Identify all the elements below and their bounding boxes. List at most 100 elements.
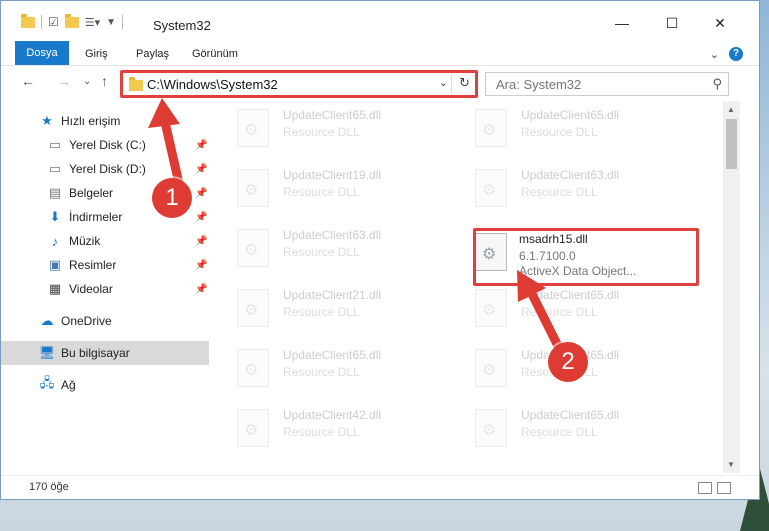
new-folder-icon[interactable]	[64, 13, 79, 28]
file-item[interactable]: UpdateClient65.dll Resource DLL	[459, 103, 679, 153]
file-description: Resource DLL	[283, 305, 360, 319]
file-item[interactable]: UpdateClient65.dll Resource DLL	[221, 343, 441, 393]
forward-button[interactable]: →	[57, 73, 71, 89]
pin-icon: 📌	[195, 163, 208, 175]
folder-icon	[21, 13, 35, 28]
recent-locations-icon[interactable]: ⌄	[83, 76, 91, 87]
search-icon[interactable]: ⚲	[712, 76, 722, 92]
divider	[122, 15, 124, 29]
expand-ribbon-icon[interactable]: ⌄	[710, 48, 719, 61]
dll-file-icon	[237, 109, 269, 147]
documents-icon: ▤	[48, 185, 62, 200]
tab-home[interactable]: Giriş	[85, 45, 108, 65]
maximize-button[interactable]: ☐	[657, 11, 687, 35]
sidebar-item-music[interactable]: ♪ Müzik 📌	[1, 229, 209, 253]
dll-file-icon	[475, 289, 507, 327]
sidebar-item-label: Yerel Disk (D:)	[69, 162, 146, 176]
navigation-pane: ★ Hızlı erişim ▭ Yerel Disk (C:) 📌 ▭ Yer…	[1, 101, 209, 473]
dll-file-icon	[475, 409, 507, 447]
status-bar: 170 öğe	[1, 475, 759, 500]
file-description: Resource DLL	[521, 305, 598, 319]
dll-file-icon	[475, 109, 507, 147]
sidebar-item-label: Bu bilgisayar	[61, 346, 130, 360]
sidebar-item-quick-access[interactable]: ★ Hızlı erişim	[1, 109, 209, 133]
file-name: UpdateClient65.dll	[521, 108, 620, 122]
search-input[interactable]	[494, 76, 698, 93]
sidebar-item-label: Ağ	[61, 378, 76, 392]
network-icon: 🖧	[39, 375, 55, 390]
sidebar-item-network[interactable]: 🖧 Ağ	[1, 373, 209, 397]
file-description: Resource DLL	[283, 425, 360, 439]
large-icons-view-icon[interactable]	[717, 482, 731, 494]
minimize-button[interactable]: —	[607, 11, 637, 35]
sidebar-item-label: OneDrive	[61, 314, 112, 328]
pin-icon: 📌	[195, 139, 208, 151]
music-icon: ♪	[51, 233, 59, 249]
properties-icon[interactable]: ☑	[48, 15, 59, 29]
back-button[interactable]: ←	[21, 73, 35, 89]
file-name: UpdateClient63.dll	[521, 168, 620, 182]
file-item[interactable]: UpdateClient42.dll Resource DLL	[221, 403, 441, 453]
star-icon: ★	[41, 113, 53, 128]
sidebar-item-label: Müzik	[69, 234, 101, 248]
file-description: Resource DLL	[283, 125, 360, 139]
search-box[interactable]: ⚲	[485, 72, 729, 96]
file-item[interactable]: UpdateClient65.dll Resource DLL	[459, 283, 679, 333]
file-name: UpdateClient65.dll	[283, 108, 382, 122]
sidebar-item-this-pc[interactable]: 🖥 Bu bilgisayar	[1, 341, 209, 365]
drive-icon: ▭	[48, 161, 62, 176]
file-item[interactable]: UpdateClient65.dll Resource DLL	[221, 103, 441, 153]
sidebar-item-disk-c[interactable]: ▭ Yerel Disk (C:) 📌	[1, 133, 209, 157]
file-item[interactable]: UpdateClient65.dll Resource DLL	[459, 403, 679, 453]
sidebar-item-label: Belgeler	[69, 186, 114, 200]
file-description: Resource DLL	[521, 425, 598, 439]
file-description: Resource DLL	[283, 245, 360, 259]
address-highlight-box	[120, 70, 478, 98]
file-highlight-box	[473, 228, 699, 286]
sidebar-item-videos[interactable]: ▦ Videolar 📌	[1, 277, 209, 301]
tab-share[interactable]: Paylaş	[136, 45, 169, 65]
sidebar-item-pictures[interactable]: ▣ Resimler 📌	[1, 253, 209, 277]
file-item[interactable]: UpdateClient63.dll Resource DLL	[459, 163, 679, 213]
file-item[interactable]: UpdateClient63.dll Resource DLL	[221, 223, 441, 273]
close-button[interactable]: ✕	[705, 11, 735, 35]
ribbon-tabs: Dosya Giriş Paylaş Görünüm ⌄ ?	[1, 41, 759, 66]
toolbar-dropdown-icon[interactable]: ▼	[106, 17, 116, 28]
sidebar-item-label: Resimler	[69, 258, 117, 272]
sidebar-item-disk-d[interactable]: ▭ Yerel Disk (D:) 📌	[1, 157, 209, 181]
scroll-thumb[interactable]	[726, 119, 737, 169]
divider	[41, 15, 42, 29]
help-icon[interactable]: ?	[729, 47, 743, 61]
sidebar-item-label: Hızlı erişim	[61, 114, 121, 128]
up-button[interactable]: ↑	[101, 73, 108, 89]
tab-file[interactable]: Dosya	[15, 41, 69, 65]
pin-icon: 📌	[195, 259, 208, 271]
file-name: UpdateClient65.dll	[521, 288, 620, 302]
ribbon-right-controls: ⌄ ?	[710, 47, 743, 61]
sidebar-item-onedrive[interactable]: ☁ OneDrive	[1, 309, 209, 333]
customize-toolbar-icon[interactable]: ☰▾	[85, 16, 100, 29]
pin-icon: 📌	[195, 211, 208, 223]
scroll-down-icon[interactable]: ▼	[727, 460, 735, 469]
download-icon: ⬇	[49, 209, 61, 224]
file-description: Resource DLL	[521, 185, 598, 199]
file-list: UpdateClient65.dll Resource DLL UpdateCl…	[221, 101, 721, 473]
pin-icon: 📌	[195, 187, 208, 199]
cloud-icon: ☁	[40, 313, 54, 328]
quick-access-toolbar: ☑ ☰▾ ▼	[21, 13, 124, 29]
file-item[interactable]: UpdateClient19.dll Resource DLL	[221, 163, 441, 213]
drive-icon: ▭	[48, 137, 62, 152]
pin-icon: 📌	[195, 283, 208, 295]
file-item[interactable]: UpdateClient21.dll Resource DLL	[221, 283, 441, 333]
tab-view[interactable]: Görünüm	[192, 45, 238, 65]
vertical-scrollbar[interactable]: ▲ ▼	[723, 101, 740, 473]
file-name: UpdateClient19.dll	[283, 168, 382, 182]
details-view-icon[interactable]	[698, 482, 712, 494]
video-icon: ▦	[48, 281, 62, 296]
dll-file-icon	[237, 409, 269, 447]
file-description: Resource DLL	[521, 125, 598, 139]
sidebar-item-label: Videolar	[69, 282, 113, 296]
file-description: Resource DLL	[283, 365, 360, 379]
item-count: 170 öğe	[29, 481, 69, 493]
scroll-up-icon[interactable]: ▲	[727, 105, 735, 114]
